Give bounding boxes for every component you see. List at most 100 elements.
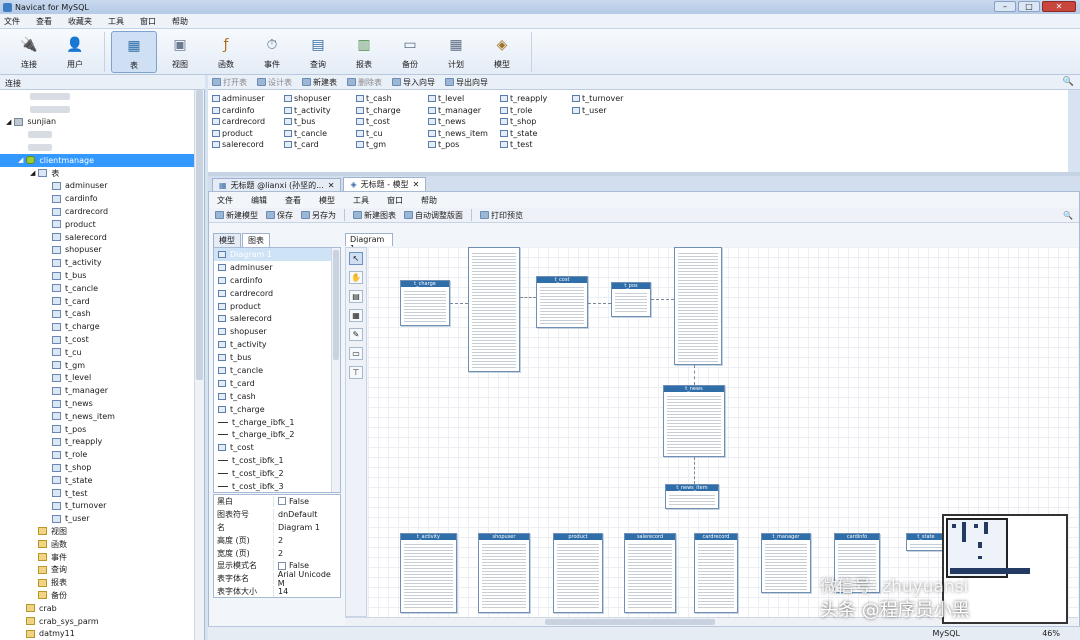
diagram-list-item[interactable]: shopuser	[214, 325, 340, 338]
tree-row[interactable]: t_pos	[0, 423, 204, 436]
property-value[interactable]: Diagram 1	[274, 523, 320, 532]
tree-row[interactable]: t_turnover	[0, 500, 204, 513]
entity-table[interactable]: t_pos	[611, 282, 651, 317]
relation-line[interactable]	[450, 303, 468, 304]
object-item[interactable]: t_manager	[428, 105, 500, 117]
property-row[interactable]: 高度 (页) 2	[214, 534, 340, 547]
tree-row[interactable]: t_cash	[0, 308, 204, 321]
object-item[interactable]: t_reapply	[500, 93, 572, 105]
object-item[interactable]: t_cu	[356, 128, 428, 140]
doc-tab[interactable]: ▦ 无标题 @lianxi (孙坚的... ✕	[212, 178, 342, 191]
menu-item[interactable]: 帮助	[172, 16, 188, 27]
tree-row[interactable]: t_state	[0, 474, 204, 487]
maximize-button[interactable]: □	[1018, 1, 1040, 12]
diagram-list-item[interactable]: cardinfo	[214, 274, 340, 287]
tree-scrollbar[interactable]	[194, 90, 204, 640]
list-scrollbar[interactable]	[331, 248, 340, 492]
expander-icon[interactable]: ◢	[6, 118, 11, 126]
hand-tool-icon[interactable]: ✋	[349, 271, 363, 284]
object-item[interactable]: t_pos	[428, 139, 500, 151]
entity-table[interactable]: shopuser	[478, 533, 530, 613]
entity-table[interactable]: t_cost	[536, 276, 588, 328]
diagram-list-item[interactable]: adminuser	[214, 261, 340, 274]
diagram-list-item[interactable]: t_cash	[214, 390, 340, 403]
pointer-tool-icon[interactable]: ↖	[349, 252, 363, 265]
menu-item[interactable]: 工具	[108, 16, 124, 27]
tree-row[interactable]: t_news	[0, 397, 204, 410]
model-menu-item[interactable]: 查看	[285, 195, 301, 206]
object-item[interactable]: t_role	[500, 105, 572, 117]
object-item[interactable]: t_shop	[500, 116, 572, 128]
model-menu-item[interactable]: 编辑	[251, 195, 267, 206]
diagram-tab[interactable]: Diagram 1	[345, 233, 393, 253]
tree-row[interactable]: 视图	[0, 525, 204, 538]
tree-row[interactable]: 函数	[0, 538, 204, 551]
note-tool-icon[interactable]: ✎	[349, 328, 363, 341]
tree-row[interactable]: t_cost	[0, 333, 204, 346]
model-tool-button[interactable]: 另存为	[301, 210, 336, 221]
entity-table[interactable]: t_manager	[761, 533, 811, 593]
object-item[interactable]: t_bus	[284, 116, 356, 128]
table-tool-icon[interactable]: ▤	[349, 290, 363, 303]
model-menu-item[interactable]: 文件	[217, 195, 233, 206]
entity-table[interactable]: t_charge	[400, 280, 450, 326]
tree-row[interactable]: 事件	[0, 551, 204, 564]
checkbox[interactable]	[278, 497, 286, 506]
object-item[interactable]: t_test	[500, 139, 572, 151]
tree-row[interactable]: crab_sys_parm	[0, 615, 204, 628]
diagram-list-item[interactable]: t_bus	[214, 351, 340, 364]
objtb-button[interactable]: 设计表	[257, 77, 292, 88]
close-tab-icon[interactable]: ✕	[413, 180, 420, 189]
diagram-list-item[interactable]: t_cost_ibfk_2	[214, 467, 340, 480]
diagram-list-item[interactable]: Diagram 1	[214, 248, 340, 261]
model-tool-button[interactable]: 保存	[266, 210, 293, 221]
relation-line[interactable]	[520, 297, 536, 298]
menu-item[interactable]: 文件	[4, 16, 20, 27]
entity-table[interactable]	[468, 247, 520, 372]
entity-table[interactable]: product	[553, 533, 603, 613]
tree-row[interactable]: cardrecord	[0, 205, 204, 218]
tree-row[interactable]: ◢ sunjian	[0, 116, 204, 129]
relation-line[interactable]	[694, 457, 695, 484]
close-button[interactable]: ✕	[1042, 1, 1076, 12]
tree-row[interactable]: t_reapply	[0, 436, 204, 449]
tree-row[interactable]: cardinfo	[0, 192, 204, 205]
left-tab[interactable]: 图表	[242, 233, 270, 247]
objtb-button[interactable]: 导出向导	[445, 77, 488, 88]
toolbar-button-plug[interactable]: 🔌 连接	[6, 31, 52, 73]
tree-row[interactable]: t_bus	[0, 269, 204, 282]
entity-table[interactable]: t_state	[906, 533, 946, 551]
object-item[interactable]: t_cost	[356, 116, 428, 128]
toolbar-button-calendar[interactable]: ▦ 计划	[433, 31, 479, 73]
tree-row[interactable]: crab	[0, 602, 204, 615]
property-value[interactable]: dnDefault	[274, 510, 317, 519]
property-value[interactable]: Arial Unicode M	[274, 570, 340, 588]
minimize-button[interactable]: –	[994, 1, 1016, 12]
object-item[interactable]: t_charge	[356, 105, 428, 117]
tree-row[interactable]: ◢ 表	[0, 167, 204, 180]
toolbar-button-model[interactable]: ◈ 模型	[479, 31, 525, 73]
tree-row[interactable]: t_cu	[0, 346, 204, 359]
property-row[interactable]: 图表符号 dnDefault	[214, 508, 340, 521]
object-item[interactable]: t_cancle	[284, 128, 356, 140]
objtb-button[interactable]: 删除表	[347, 77, 382, 88]
object-item[interactable]: shopuser	[284, 93, 356, 105]
tree-row[interactable]: t_shop	[0, 461, 204, 474]
property-row[interactable]: 表字体名 Arial Unicode M	[214, 570, 340, 588]
model-menu-item[interactable]: 模型	[319, 195, 335, 206]
tree-row[interactable]: t_card	[0, 295, 204, 308]
diagram-list-item[interactable]: cardrecord	[214, 287, 340, 300]
relation-line[interactable]	[588, 303, 611, 304]
diagram-list-item[interactable]: t_activity	[214, 338, 340, 351]
model-menu-item[interactable]: 帮助	[421, 195, 437, 206]
tree-row[interactable]: t_gm	[0, 359, 204, 372]
entity-table[interactable]: cardrecord	[694, 533, 738, 613]
tree-row[interactable]: t_charge	[0, 320, 204, 333]
search-icon[interactable]: 🔍	[1063, 77, 1074, 87]
toolbar-button-view[interactable]: ▣ 视图	[157, 31, 203, 73]
tree-row[interactable]: t_role	[0, 448, 204, 461]
property-value[interactable]: False	[274, 497, 309, 506]
tree-row[interactable]: 报表	[0, 576, 204, 589]
model-tool-button[interactable]: 自动调整版面	[404, 210, 463, 221]
object-item[interactable]: t_news_item	[428, 128, 500, 140]
